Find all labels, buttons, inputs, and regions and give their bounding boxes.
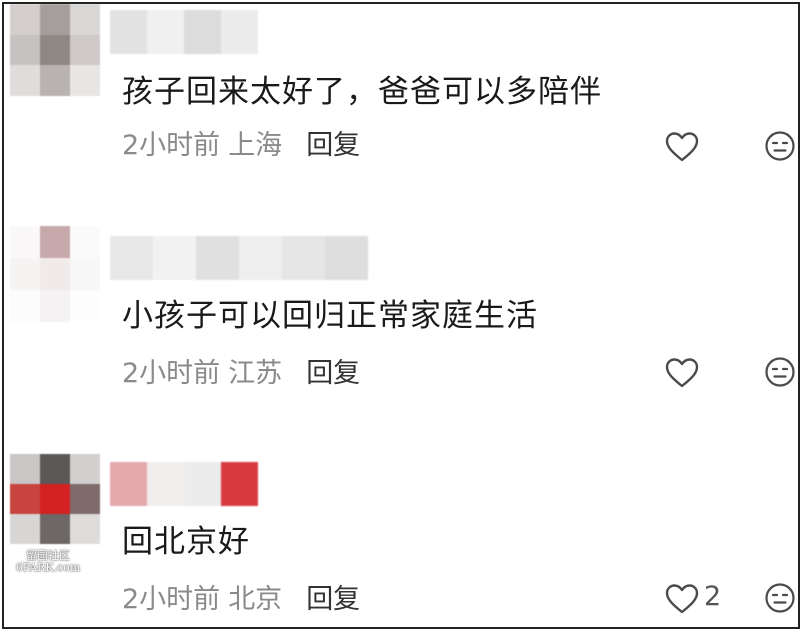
like-button[interactable]: [664, 354, 704, 392]
location: 江苏: [228, 358, 283, 389]
like-count: 2: [704, 581, 722, 612]
watermark-line2: 6PARK.com: [15, 561, 81, 574]
reply-button[interactable]: 回复: [306, 358, 360, 389]
username-blurred[interactable]: [110, 236, 368, 280]
avatar[interactable]: [10, 4, 100, 96]
heart-icon: [665, 132, 699, 162]
username-blurred[interactable]: [110, 462, 258, 506]
comment-list: 孩子回来太好了，爸爸可以多陪伴 2小时前 上海 回复 小孩子可以回归正常家庭生活…: [2, 2, 800, 629]
neutral-face-icon: [765, 131, 795, 161]
comment-text: 回北京好: [122, 524, 250, 560]
reply-button[interactable]: 回复: [306, 130, 360, 161]
comment-meta: 2小时前 上海 回复: [122, 128, 360, 164]
dislike-button[interactable]: [764, 130, 796, 162]
timestamp: 2小时前: [122, 130, 221, 161]
avatar[interactable]: [10, 454, 100, 544]
location: 北京: [228, 584, 283, 615]
avatar[interactable]: [10, 226, 100, 322]
comment-meta: 2小时前 北京 回复: [122, 582, 360, 618]
heart-icon: [665, 358, 699, 388]
dislike-button[interactable]: [764, 356, 796, 388]
comment-meta: 2小时前 江苏 回复: [122, 356, 360, 392]
timestamp: 2小时前: [122, 358, 221, 389]
like-button[interactable]: [664, 580, 704, 618]
reply-button[interactable]: 回复: [306, 584, 360, 615]
comment-text: 孩子回来太好了，爸爸可以多陪伴: [122, 74, 602, 110]
heart-icon: [665, 584, 699, 614]
timestamp: 2小时前: [122, 584, 221, 615]
like-button[interactable]: [664, 128, 704, 166]
watermark: 留园社区 6PARK.com: [12, 550, 84, 574]
dislike-button[interactable]: [764, 582, 796, 614]
username-blurred[interactable]: [110, 10, 258, 54]
comment-text: 小孩子可以回归正常家庭生活: [122, 298, 538, 334]
neutral-face-icon: [765, 583, 795, 613]
neutral-face-icon: [765, 357, 795, 387]
location: 上海: [228, 130, 283, 161]
